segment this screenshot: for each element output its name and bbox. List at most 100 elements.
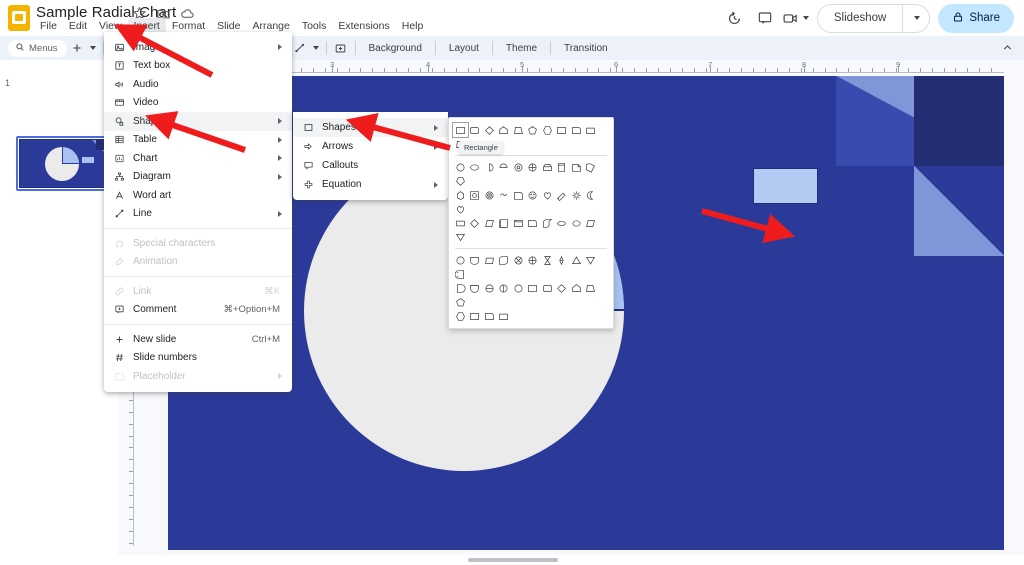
insert-menu-item-text-box[interactable]: Text box bbox=[104, 57, 292, 76]
shape-cell[interactable] bbox=[569, 188, 584, 202]
transition-button[interactable]: Transition bbox=[555, 43, 617, 54]
shape-cell[interactable] bbox=[453, 281, 468, 295]
horizontal-scrollbar[interactable] bbox=[118, 555, 1024, 565]
shape-cell[interactable] bbox=[555, 188, 570, 202]
insert-menu-item-comment[interactable]: Comment ⌘+Option+M bbox=[104, 301, 292, 320]
shape-cell[interactable] bbox=[555, 253, 570, 267]
shape-cell[interactable] bbox=[453, 295, 468, 309]
shape-cell[interactable] bbox=[569, 281, 584, 295]
shape-cell[interactable] bbox=[468, 188, 483, 202]
insert-menu-item-word-art[interactable]: Word art bbox=[104, 186, 292, 205]
menu-help[interactable]: Help bbox=[396, 18, 430, 34]
shape-cell[interactable] bbox=[497, 309, 512, 323]
shape-submenu-item-arrows[interactable]: Arrows bbox=[293, 137, 448, 156]
shape-submenu-item-shapes[interactable]: Shapes bbox=[293, 118, 448, 137]
background-button[interactable]: Background bbox=[360, 43, 431, 54]
shape-cell[interactable] bbox=[569, 160, 584, 174]
version-history-icon[interactable] bbox=[720, 3, 750, 33]
shape-cell[interactable] bbox=[555, 216, 570, 230]
menu-file[interactable]: File bbox=[34, 18, 63, 34]
shape-cell[interactable] bbox=[482, 309, 497, 323]
shape-cell[interactable] bbox=[453, 253, 468, 267]
shape-cell[interactable] bbox=[526, 160, 541, 174]
shape-cell[interactable] bbox=[511, 188, 526, 202]
insert-menu-item-audio[interactable]: Audio bbox=[104, 75, 292, 94]
shape-cell[interactable] bbox=[468, 281, 483, 295]
menu-extensions[interactable]: Extensions bbox=[332, 18, 395, 34]
shape-cell[interactable] bbox=[555, 123, 570, 137]
shape-cell[interactable] bbox=[497, 123, 512, 137]
shape-cell[interactable] bbox=[540, 216, 555, 230]
shape-cell[interactable] bbox=[497, 160, 512, 174]
shape-cell[interactable] bbox=[453, 230, 468, 244]
shape-cell[interactable] bbox=[453, 160, 468, 174]
shape-cell[interactable] bbox=[540, 281, 555, 295]
line-options-button[interactable] bbox=[310, 38, 322, 58]
scrollbar-thumb[interactable] bbox=[468, 558, 558, 562]
share-button[interactable]: Share bbox=[938, 3, 1014, 33]
shape-cell[interactable] bbox=[453, 202, 468, 216]
slide-thumbnail-1[interactable] bbox=[19, 139, 107, 188]
insert-menu-item-image[interactable]: Image bbox=[104, 38, 292, 57]
slideshow-button[interactable]: Slideshow bbox=[818, 5, 902, 32]
shape-cell[interactable] bbox=[511, 160, 526, 174]
layout-picker-icon[interactable] bbox=[331, 38, 351, 58]
insert-menu-item-chart[interactable]: Chart bbox=[104, 149, 292, 168]
shape-submenu-item-callouts[interactable]: Callouts bbox=[293, 156, 448, 175]
shape-cell[interactable] bbox=[540, 253, 555, 267]
shape-cell[interactable] bbox=[584, 281, 599, 295]
shape-cell[interactable] bbox=[468, 123, 483, 137]
shape-cell[interactable] bbox=[584, 160, 599, 174]
menu-tools[interactable]: Tools bbox=[296, 18, 333, 34]
inserted-rectangle-shape[interactable] bbox=[753, 168, 818, 204]
shape-cell[interactable] bbox=[555, 281, 570, 295]
shape-cell[interactable] bbox=[468, 160, 483, 174]
shape-cell[interactable] bbox=[468, 309, 483, 323]
shape-cell[interactable] bbox=[482, 160, 497, 174]
shape-cell[interactable] bbox=[511, 253, 526, 267]
layout-button[interactable]: Layout bbox=[440, 43, 488, 54]
new-slide-button[interactable] bbox=[67, 38, 87, 58]
shape-cell[interactable] bbox=[540, 160, 555, 174]
shape-cell[interactable] bbox=[482, 188, 497, 202]
insert-menu-item-slide-numbers[interactable]: Slide numbers bbox=[104, 349, 292, 368]
new-slide-options-button[interactable] bbox=[87, 38, 99, 58]
shape-cell[interactable] bbox=[526, 216, 541, 230]
collapse-toolbar-button[interactable] bbox=[1001, 41, 1014, 59]
shape-submenu-item-equation[interactable]: Equation bbox=[293, 175, 448, 194]
shape-cell[interactable] bbox=[540, 123, 555, 137]
shape-cell[interactable] bbox=[584, 188, 599, 202]
shape-cell[interactable] bbox=[497, 216, 512, 230]
insert-menu-item-new-slide[interactable]: New slide Ctrl+M bbox=[104, 330, 292, 349]
insert-menu-item-table[interactable]: Table bbox=[104, 131, 292, 150]
shape-cell[interactable] bbox=[526, 123, 541, 137]
shape-cell[interactable] bbox=[452, 122, 469, 138]
shape-cell[interactable] bbox=[555, 160, 570, 174]
shape-cell[interactable] bbox=[584, 123, 599, 137]
shape-cell[interactable] bbox=[569, 123, 584, 137]
shape-cell[interactable] bbox=[497, 188, 512, 202]
shape-cell[interactable] bbox=[482, 281, 497, 295]
shape-cell[interactable] bbox=[569, 253, 584, 267]
insert-menu-item-diagram[interactable]: Diagram bbox=[104, 168, 292, 187]
shape-cell[interactable] bbox=[453, 188, 468, 202]
shape-cell[interactable] bbox=[482, 253, 497, 267]
insert-menu-item-shape[interactable]: Shape bbox=[104, 112, 292, 131]
comment-icon[interactable] bbox=[750, 3, 780, 33]
shape-cell[interactable] bbox=[511, 123, 526, 137]
shape-cell[interactable] bbox=[526, 281, 541, 295]
shape-cell[interactable] bbox=[482, 216, 497, 230]
shape-cell[interactable] bbox=[540, 188, 555, 202]
shape-cell[interactable] bbox=[511, 216, 526, 230]
slideshow-options-button[interactable] bbox=[903, 5, 929, 32]
shape-cell[interactable] bbox=[453, 267, 468, 281]
shape-cell[interactable] bbox=[584, 253, 599, 267]
meet-dropdown-caret-icon[interactable] bbox=[802, 16, 809, 20]
menu-edit[interactable]: Edit bbox=[63, 18, 93, 34]
insert-menu-item-video[interactable]: Video bbox=[104, 94, 292, 113]
shape-cell[interactable] bbox=[497, 253, 512, 267]
shape-cell[interactable] bbox=[453, 174, 468, 188]
shape-cell[interactable] bbox=[511, 281, 526, 295]
shape-cell[interactable] bbox=[569, 216, 584, 230]
theme-button[interactable]: Theme bbox=[497, 43, 546, 54]
